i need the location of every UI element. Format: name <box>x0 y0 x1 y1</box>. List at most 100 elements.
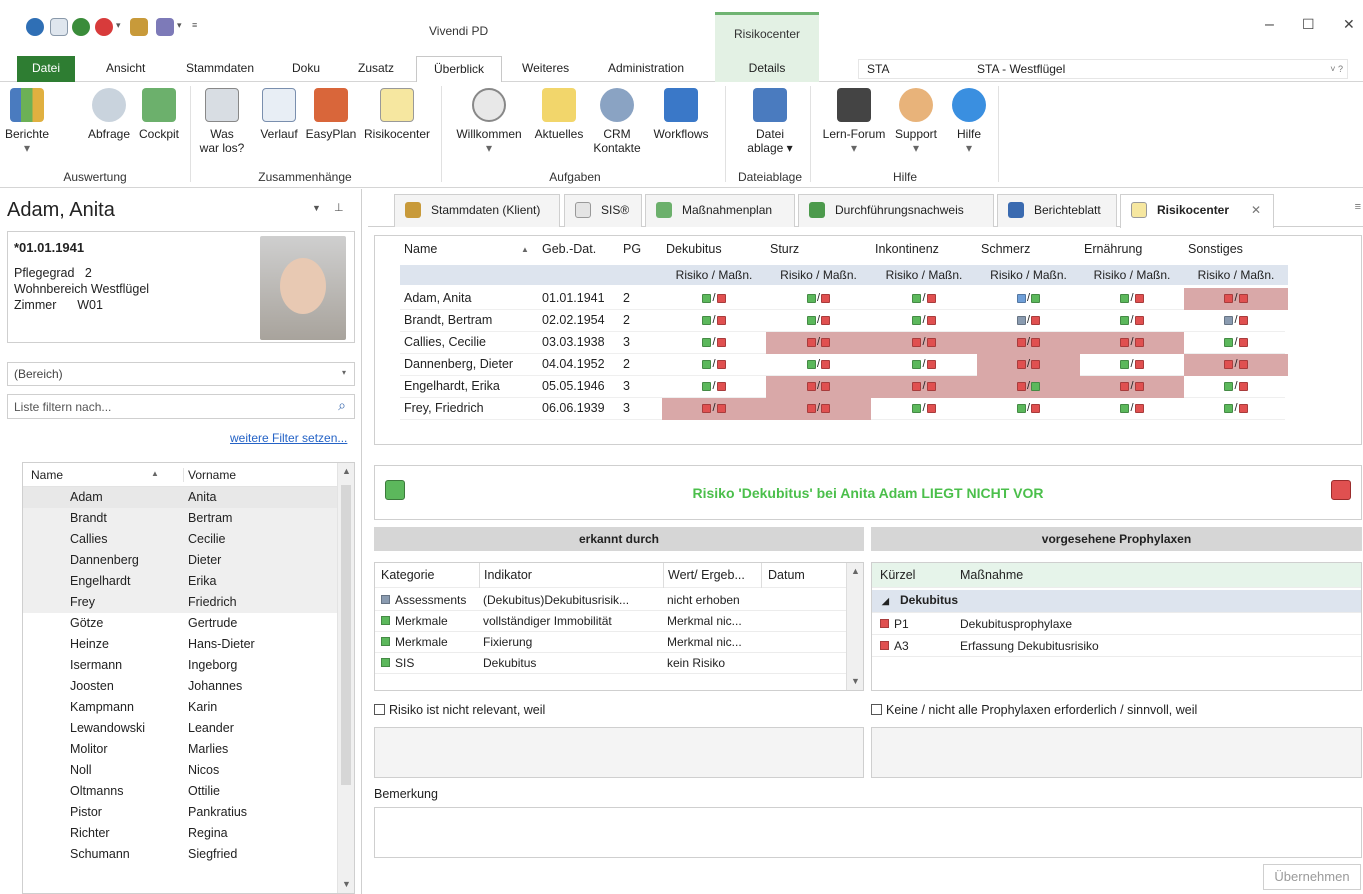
easyplan-button[interactable]: EasyPlan <box>300 88 362 141</box>
minimize-button[interactable]: – <box>1265 16 1274 34</box>
tab-risikocenter[interactable]: Risikocenter ✕ <box>1120 194 1274 228</box>
app-icon[interactable] <box>26 18 44 36</box>
list-item[interactable]: Callies Cecilie <box>23 529 354 550</box>
list-item[interactable]: Frey Friedrich <box>23 592 354 613</box>
risk-cell[interactable]: / <box>1080 288 1184 310</box>
verlauf-button[interactable]: Verlauf <box>253 88 305 141</box>
risk-cell[interactable]: / <box>977 398 1080 420</box>
add-icon[interactable] <box>95 18 113 36</box>
risk-cell[interactable]: / <box>766 376 871 398</box>
support-button[interactable]: Support ▾ <box>888 88 944 155</box>
prophylaxis-group-row[interactable]: ◢ Dekubitus <box>872 590 1361 613</box>
crm-kontakte-button[interactable]: CRM Kontakte <box>588 88 646 155</box>
list-item[interactable]: Richter Regina <box>23 823 354 844</box>
chevron-down-icon[interactable]: ▼ <box>312 203 321 213</box>
risk-grid-column-header[interactable]: Dekubitus <box>666 242 722 256</box>
risk-cell[interactable]: / <box>766 288 871 310</box>
risk-cell[interactable]: / <box>662 310 766 332</box>
risk-not-relevant-checkbox[interactable]: Risiko ist nicht relevant, weil <box>374 703 545 717</box>
list-item[interactable]: Lewandowski Leander <box>23 718 354 739</box>
tab-administration[interactable]: Administration <box>608 56 684 82</box>
tab-zusatz[interactable]: Zusatz <box>358 56 394 82</box>
risk-cell[interactable]: / <box>977 354 1080 376</box>
tab-datei[interactable]: Datei <box>17 56 75 82</box>
risk-grid-row[interactable]: Frey, Friedrich 06.06.1939 3// / / / / <box>400 398 1285 420</box>
risk-present-indicator-icon[interactable] <box>1331 480 1351 500</box>
list-scrollbar[interactable]: ▲ ▼ <box>337 463 354 893</box>
sync-icon[interactable] <box>156 18 174 36</box>
risk-reason-textarea[interactable] <box>374 727 864 778</box>
risk-cell[interactable]: / <box>766 354 871 376</box>
aktuelles-button[interactable]: Aktuelles <box>527 88 591 141</box>
scroll-down-icon[interactable]: ▼ <box>338 876 354 893</box>
risk-cell[interactable]: / <box>871 288 977 310</box>
risk-cell[interactable]: / <box>871 354 977 376</box>
table-row[interactable]: SIS Dekubitus kein Risiko <box>375 653 847 674</box>
risk-cell[interactable]: / <box>662 288 766 310</box>
column-header-indikator[interactable]: Indikator <box>479 563 532 588</box>
column-header-kategorie[interactable]: Kategorie <box>381 563 435 587</box>
cockpit-button[interactable]: Cockpit <box>134 88 184 141</box>
list-item[interactable]: Heinze Hans-Dieter <box>23 634 354 655</box>
document-icon[interactable] <box>50 18 68 36</box>
list-item[interactable]: Molitor Marlies <box>23 739 354 760</box>
list-item[interactable]: Kampmann Karin <box>23 697 354 718</box>
list-item[interactable]: Isermann Ingeborg <box>23 655 354 676</box>
list-item[interactable]: Pistor Pankratius <box>23 802 354 823</box>
risk-cell[interactable]: / <box>662 376 766 398</box>
tab-ansicht[interactable]: Ansicht <box>106 56 145 82</box>
station-help[interactable]: ˅ ? <box>1330 64 1343 74</box>
search-icon[interactable]: ⌕ <box>338 397 346 414</box>
maximize-button[interactable]: ☐ <box>1302 16 1315 33</box>
risk-cell[interactable]: / <box>1184 354 1288 376</box>
tab-durchfuehrungsnachweis[interactable]: Durchführungsnachweis <box>798 194 994 227</box>
station-selector[interactable]: STA STA - Westflügel ˅ ? <box>858 59 1348 79</box>
risk-grid-column-header[interactable]: Name <box>404 242 437 256</box>
risk-cell[interactable]: / <box>662 354 766 376</box>
berichte-button[interactable]: Berichte ▾ <box>2 88 52 155</box>
pin-icon[interactable]: ⊥ <box>334 201 344 214</box>
column-header-name[interactable]: Name <box>31 468 63 482</box>
list-item[interactable]: Adam Anita <box>23 487 354 508</box>
tab-weiteres[interactable]: Weiteres <box>522 56 569 82</box>
tab-massnahmenplan[interactable]: Maßnahmenplan <box>645 194 795 227</box>
list-item[interactable]: Götze Gertrude <box>23 613 354 634</box>
scroll-up-icon[interactable]: ▲ <box>847 563 864 580</box>
risk-cell[interactable]: / <box>1184 288 1288 310</box>
list-item[interactable]: Joosten Johannes <box>23 676 354 697</box>
checkbox-icon[interactable] <box>871 704 882 715</box>
tab-details[interactable]: Details <box>715 56 819 82</box>
risk-grid-column-header[interactable]: Schmerz <box>981 242 1030 256</box>
risk-cell[interactable]: / <box>871 398 977 420</box>
table-row[interactable]: Merkmale vollständiger Immobilität Merkmal… <box>375 611 847 632</box>
no-prophylaxis-checkbox[interactable]: Keine / nicht alle Prophylaxen erforderl… <box>871 703 1197 717</box>
risk-grid-column-header[interactable]: Inkontinenz <box>875 242 939 256</box>
risk-cell[interactable]: / <box>662 398 766 420</box>
tab-sis[interactable]: SIS® <box>564 194 642 227</box>
column-header-wert[interactable]: Wert/ Ergeb... <box>663 563 745 588</box>
list-item[interactable]: Oltmanns Ottilie <box>23 781 354 802</box>
risk-cell[interactable]: / <box>1184 332 1288 354</box>
risk-cell[interactable]: / <box>1080 310 1184 332</box>
customize-toolbar-icon[interactable]: ≡ <box>192 20 197 30</box>
list-item[interactable]: Engelhardt Erika <box>23 571 354 592</box>
risk-grid-column-header[interactable]: Geb.-Dat. <box>542 242 596 256</box>
risk-cell[interactable]: / <box>766 332 871 354</box>
prophylaxis-reason-textarea[interactable] <box>871 727 1362 778</box>
list-item[interactable]: Schumann Siegfried <box>23 844 354 865</box>
list-item[interactable]: Noll Nicos <box>23 760 354 781</box>
risk-cell[interactable]: / <box>766 310 871 332</box>
tab-stammdaten[interactable]: Stammdaten <box>186 56 254 82</box>
tab-berichteblatt[interactable]: Berichteblatt <box>997 194 1117 227</box>
risk-grid-row[interactable]: Brandt, Bertram 02.02.1954 2// / / / / <box>400 310 1285 332</box>
risk-cell[interactable]: / <box>1184 398 1288 420</box>
risk-cell[interactable]: / <box>1184 310 1288 332</box>
was-war-los-button[interactable]: Was war los? <box>198 88 246 155</box>
globe-icon[interactable] <box>72 18 90 36</box>
apply-button[interactable]: Übernehmen <box>1263 864 1361 890</box>
risk-grid-column-header[interactable]: Sonstiges <box>1188 242 1243 256</box>
abfrage-button[interactable]: Abfrage <box>83 88 135 141</box>
collapse-icon[interactable]: ◢ <box>882 591 889 611</box>
table-row[interactable]: A3 Erfassung Dekubitusrisiko <box>872 636 1361 657</box>
tab-list-menu-icon[interactable]: ≡ <box>1355 201 1361 213</box>
